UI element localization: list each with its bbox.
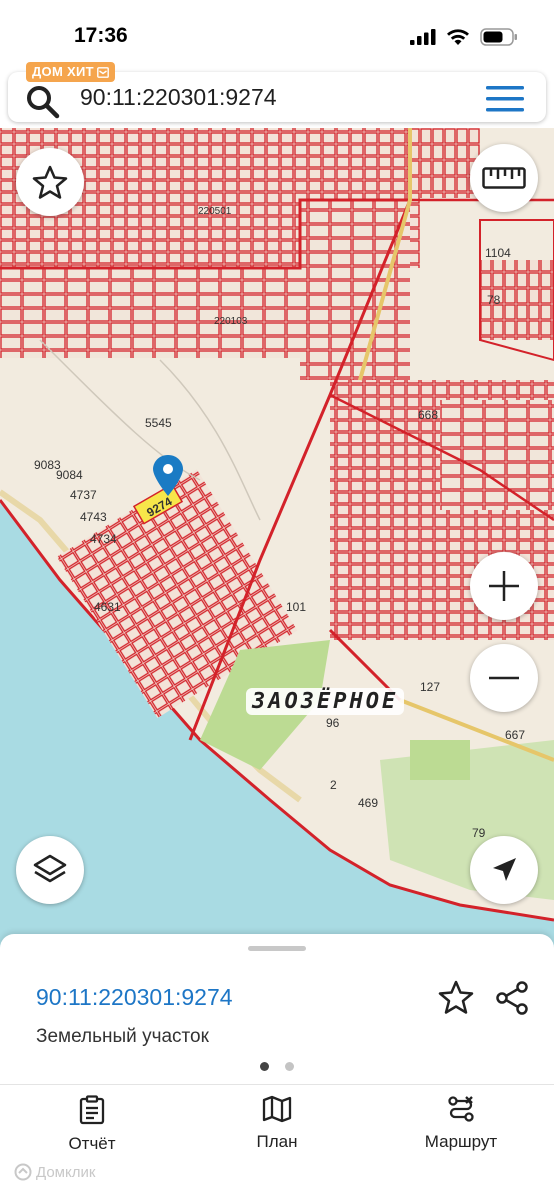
nav-route-label: Маршрут — [424, 1132, 498, 1151]
favorite-button[interactable] — [16, 148, 84, 216]
map-icon — [262, 1095, 292, 1123]
search-input[interactable]: 90:11:220301:9274 — [80, 84, 277, 111]
zoom-in-button[interactable] — [470, 552, 538, 620]
share-icon[interactable] — [494, 980, 530, 1016]
parcel-label: 667 — [505, 728, 526, 742]
page-indicator — [285, 1062, 294, 1071]
battery-icon — [480, 28, 517, 46]
nav-plan[interactable]: План — [212, 1095, 342, 1152]
parcel-label: 1104 — [485, 246, 511, 260]
my-location-button[interactable] — [470, 836, 538, 904]
status-bar: 17:36 — [0, 0, 554, 64]
wifi-icon — [447, 28, 469, 45]
parcel-label: 78 — [487, 293, 501, 307]
ruler-button[interactable] — [470, 144, 538, 212]
map-view[interactable]: 5545 1104 78 668 101 127 667 96 2 469 79… — [0, 128, 554, 948]
page-indicator-active — [260, 1062, 269, 1071]
search-icon[interactable] — [26, 85, 60, 119]
clipboard-icon — [79, 1095, 105, 1125]
nav-plan-label: План — [256, 1132, 298, 1151]
parcel-label: 127 — [420, 680, 441, 694]
parcel-label: 79 — [472, 826, 486, 840]
nav-report-label: Отчёт — [68, 1134, 116, 1153]
layers-icon — [33, 854, 67, 883]
nav-report[interactable]: Отчёт — [27, 1095, 157, 1154]
parcel-label: 4734 — [90, 532, 117, 546]
layers-button[interactable] — [16, 836, 84, 904]
hamburger-menu-icon[interactable] — [486, 86, 524, 112]
mail-icon — [96, 66, 109, 78]
parcel-label: 220501 — [198, 206, 232, 217]
brand-badge-label: ДОМ ХИТ — [32, 64, 94, 79]
nav-route[interactable]: Маршрут — [396, 1095, 526, 1152]
star-icon[interactable] — [438, 980, 474, 1014]
bottom-navigation: Отчёт План Маршрут — [0, 1084, 554, 1201]
parcel-info-card[interactable]: 90:11:220301:9274 Земельный участок — [0, 934, 554, 1084]
map-canvas[interactable] — [0, 128, 554, 948]
parcel-number-title[interactable]: 90:11:220301:9274 — [36, 984, 233, 1011]
parcel-label: 96 — [326, 716, 340, 730]
parcel-label: 4743 — [80, 510, 107, 524]
route-icon — [448, 1096, 474, 1122]
parcel-label: 4737 — [70, 488, 97, 502]
parcel-label: 668 — [418, 408, 439, 422]
parcel-label: 9084 — [56, 468, 83, 482]
drag-handle[interactable] — [248, 946, 306, 951]
zoom-out-button[interactable] — [470, 644, 538, 712]
parcel-label: 220103 — [214, 316, 248, 327]
parcel-label: 469 — [358, 796, 379, 810]
parcel-label: 4631 — [94, 600, 121, 614]
navigation-arrow-icon — [493, 858, 516, 881]
parcel-type-subtitle: Земельный участок — [36, 1026, 209, 1047]
status-time: 17:36 — [74, 24, 128, 47]
cellular-signal-icon — [410, 29, 436, 45]
parcel-label: 101 — [286, 600, 307, 614]
parcel-label: 2 — [330, 778, 337, 792]
watermark-text: Домклик — [36, 1163, 96, 1181]
place-label: ЗАОЗЁРНОЕ — [246, 688, 405, 715]
brand-badge: ДОМ ХИТ — [26, 62, 115, 82]
watermark: Домклик — [14, 1163, 95, 1181]
domclick-logo-icon — [14, 1163, 32, 1181]
status-icons — [410, 28, 518, 46]
parcel-label: 5545 — [145, 416, 172, 430]
plus-icon — [489, 571, 519, 601]
minus-icon — [489, 676, 519, 680]
ruler-icon — [482, 167, 526, 189]
star-icon — [32, 165, 68, 199]
